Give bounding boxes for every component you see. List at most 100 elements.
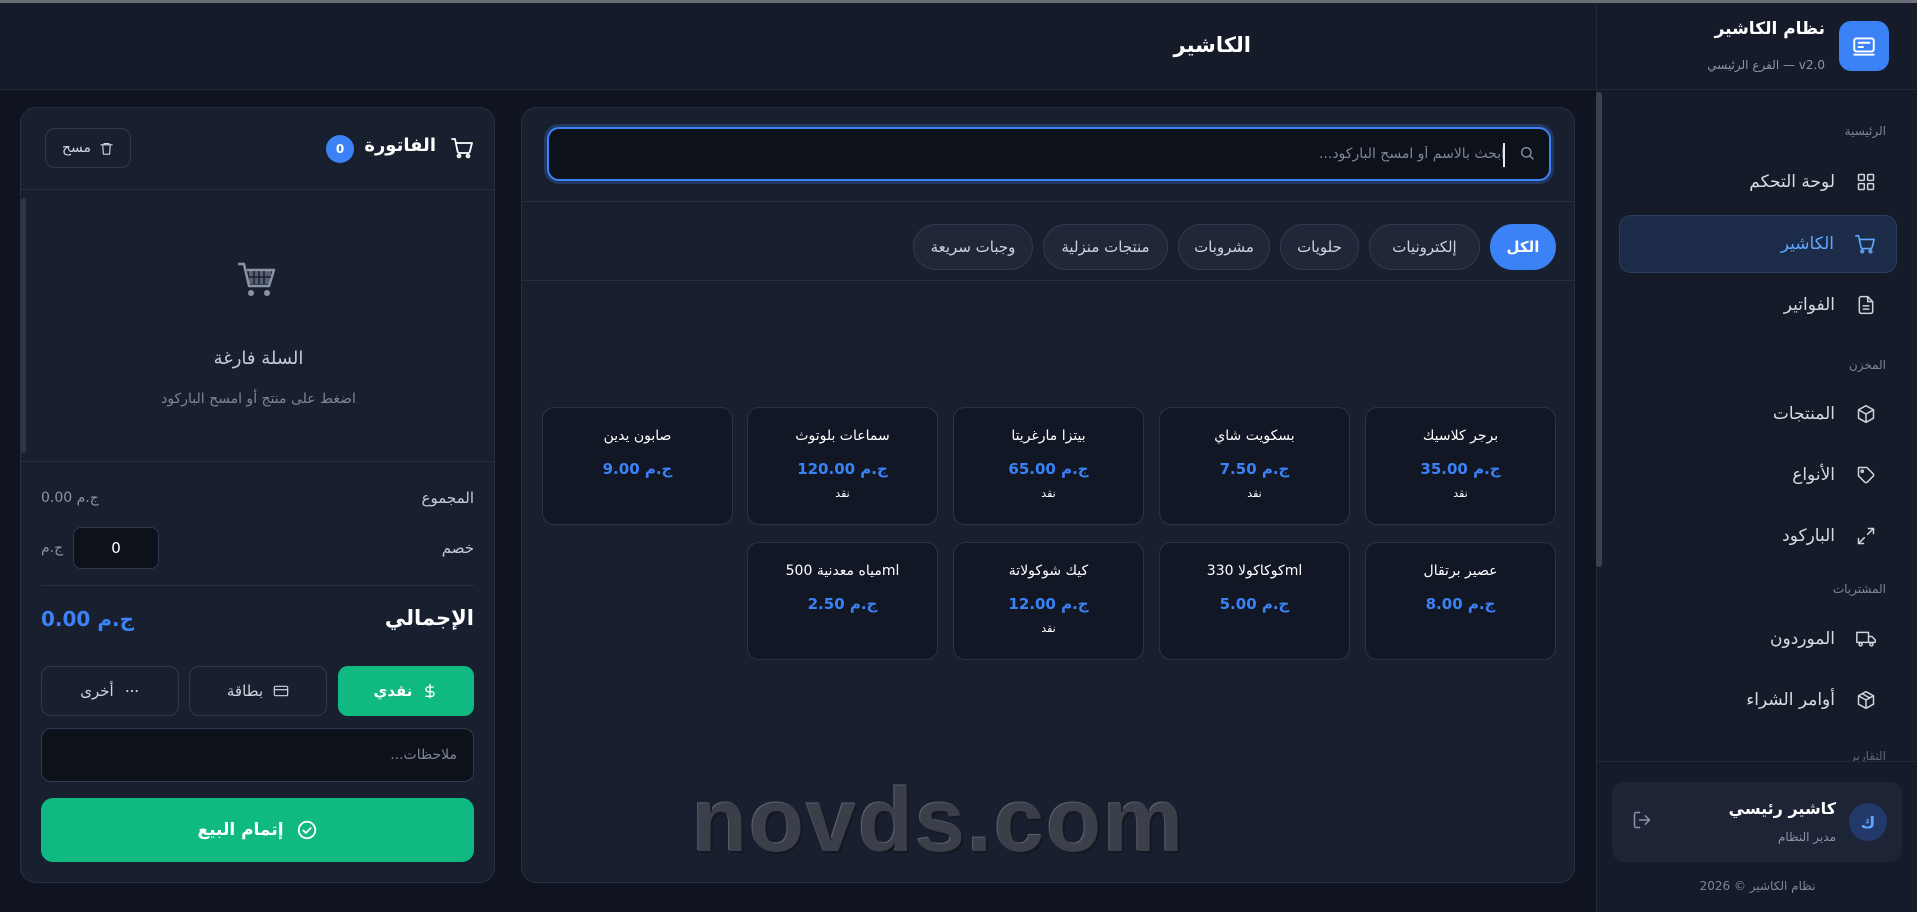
category-chip-household[interactable]: منتجات منزلية	[1043, 224, 1168, 270]
dots-icon	[124, 683, 140, 699]
cart-empty-icon	[236, 260, 278, 300]
empty-cart-title: السلة فارغة	[213, 348, 304, 369]
sidebar-item-cashier[interactable]: الكاشير	[1619, 215, 1897, 273]
user-area: ك كاشير رئيسي مدير النظام نظام الكاشير ©…	[1597, 761, 1917, 912]
products-panel: الكل إلكترونيات حلويات مشروبات منتجات من…	[521, 107, 1575, 883]
register-icon	[1853, 37, 1875, 56]
sidebar-item-label: أوامر الشراء	[1746, 690, 1835, 710]
trash-icon	[99, 141, 114, 156]
product-price: 9.00 ج.م	[602, 460, 673, 478]
search-input[interactable]	[549, 129, 1509, 179]
truck-icon	[1855, 628, 1877, 650]
discount-unit: ج.م	[41, 540, 64, 556]
avatar: ك	[1849, 803, 1887, 841]
product-card[interactable]: كوكاكولا 330ml 5.00 ج.م	[1159, 542, 1350, 660]
item-count-badge: 0	[326, 135, 354, 163]
sidebar-item-label: المنتجات	[1772, 404, 1835, 424]
package-icon	[1855, 689, 1877, 711]
category-chip-drinks[interactable]: مشروبات	[1178, 224, 1270, 270]
complete-sale-button[interactable]: إتمام البيع	[41, 798, 474, 862]
pay-label: نقدي	[373, 682, 413, 700]
product-name: عصير برتقال	[1423, 563, 1498, 579]
sidebar-item-label: الكاشير	[1780, 234, 1834, 254]
logout-icon[interactable]	[1632, 810, 1654, 832]
discount-label: خصم	[441, 539, 474, 557]
product-card[interactable]: صابون يدين 9.00 ج.م	[542, 407, 733, 525]
sidebar-item-purchase-orders[interactable]: أوامر الشراء	[1619, 671, 1897, 729]
product-price: 5.00 ج.م	[1219, 595, 1290, 613]
invoice-panel: الفاتورة 0 مسح السلة فارغة اضغط على منتج…	[20, 107, 495, 883]
product-name: برجر كلاسيك	[1422, 428, 1499, 444]
top-header: الكاشير	[0, 3, 1596, 90]
sidebar-item-suppliers[interactable]: الموردون	[1619, 610, 1897, 668]
grid-icon	[1855, 171, 1877, 193]
product-tag: نقد	[1453, 487, 1468, 500]
sidebar-item-categories[interactable]: الأنواع	[1619, 446, 1897, 504]
pay-card-button[interactable]: بطاقة	[189, 666, 327, 716]
product-card[interactable]: بيتزا مارغريتا 65.00 ج.م نقد	[953, 407, 1144, 525]
discount-input[interactable]	[73, 527, 159, 569]
sidebar: نظام الكاشير الفرع الرئيسي — v2.0 الرئيس…	[1596, 3, 1917, 912]
sidebar-item-barcode[interactable]: الباركود	[1619, 507, 1897, 565]
sidebar-item-products[interactable]: المنتجات	[1619, 385, 1897, 443]
clear-button[interactable]: مسح	[45, 128, 131, 168]
notes-input[interactable]	[41, 728, 474, 782]
watermark: novds.com	[692, 771, 1186, 871]
nav-section-inventory: المخزن	[1848, 358, 1886, 372]
product-card[interactable]: بسكويت شاي 7.50 ج.م نقد	[1159, 407, 1350, 525]
total-label: الإجمالي	[384, 606, 474, 630]
category-chip-fast-food[interactable]: وجبات سريعة	[913, 224, 1033, 270]
user-name: كاشير رئيسي	[1728, 799, 1836, 818]
pay-cash-button[interactable]: نقدي	[338, 666, 474, 716]
tag-icon	[1855, 464, 1877, 486]
search-section	[522, 108, 1574, 202]
product-price: 7.50 ج.م	[1219, 460, 1290, 478]
product-price: 120.00 ج.م	[797, 460, 888, 478]
product-price: 2.50 ج.م	[807, 595, 878, 613]
category-chip-sweets[interactable]: حلويات	[1280, 224, 1359, 270]
product-price: 8.00 ج.م	[1425, 595, 1496, 613]
product-price: 12.00 ج.م	[1008, 595, 1089, 613]
product-tag: نقد	[835, 487, 850, 500]
product-tag: نقد	[1041, 622, 1056, 635]
dollar-icon	[422, 683, 438, 699]
box-icon	[1855, 403, 1877, 425]
empty-cart: السلة فارغة اضغط على منتج أو امسح البارك…	[21, 190, 494, 462]
main-scrollbar[interactable]	[1596, 92, 1602, 567]
product-name: كيك شوكولاتة	[1008, 563, 1089, 579]
category-chip-electronics[interactable]: إلكترونيات	[1369, 224, 1480, 270]
invoice-title: الفاتورة	[364, 135, 436, 156]
invoice-scrollbar[interactable]	[21, 198, 26, 453]
product-card[interactable]: كيك شوكولاتة 12.00 ج.م نقد	[953, 542, 1144, 660]
search-box[interactable]	[547, 127, 1551, 181]
brand-logo	[1839, 21, 1889, 71]
copyright: نظام الكاشير © 2026	[1699, 879, 1816, 893]
cart-icon	[450, 136, 474, 160]
product-card[interactable]: برجر كلاسيك 35.00 ج.م نقد	[1365, 407, 1556, 525]
product-name: بيتزا مارغريتا	[1011, 428, 1086, 444]
product-tag: نقد	[1041, 487, 1056, 500]
pay-label: بطاقة	[226, 682, 264, 700]
product-card[interactable]: سماعات بلوتوث 120.00 ج.م نقد	[747, 407, 938, 525]
sidebar-item-label: الباركود	[1782, 526, 1835, 546]
check-circle-icon	[296, 819, 318, 841]
total-value: 0.00 ج.م	[41, 607, 134, 631]
product-name: مياه معدنية 500ml	[785, 563, 900, 579]
pay-label: أخرى	[80, 682, 114, 700]
sidebar-item-label: الموردون	[1770, 629, 1835, 649]
sidebar-item-invoices[interactable]: الفواتير	[1619, 276, 1897, 334]
nav-section-purchases: المشتريات	[1832, 582, 1886, 596]
sidebar-item-dashboard[interactable]: لوحة التحكم	[1619, 153, 1897, 211]
pay-other-button[interactable]: أخرى	[41, 666, 179, 716]
brand-subtitle: الفرع الرئيسي — v2.0	[1707, 58, 1825, 72]
nav-section-main: الرئيسية	[1844, 124, 1886, 138]
category-chip-all[interactable]: الكل	[1490, 224, 1556, 270]
product-card[interactable]: مياه معدنية 500ml 2.50 ج.م	[747, 542, 938, 660]
product-tag: نقد	[1247, 487, 1262, 500]
user-role: مدير النظام	[1777, 830, 1836, 844]
product-price: 65.00 ج.م	[1008, 460, 1089, 478]
text-caret	[1503, 143, 1505, 167]
cart-icon	[1854, 233, 1876, 255]
product-card[interactable]: عصير برتقال 8.00 ج.م	[1365, 542, 1556, 660]
sidebar-item-label: الأنواع	[1792, 465, 1835, 485]
